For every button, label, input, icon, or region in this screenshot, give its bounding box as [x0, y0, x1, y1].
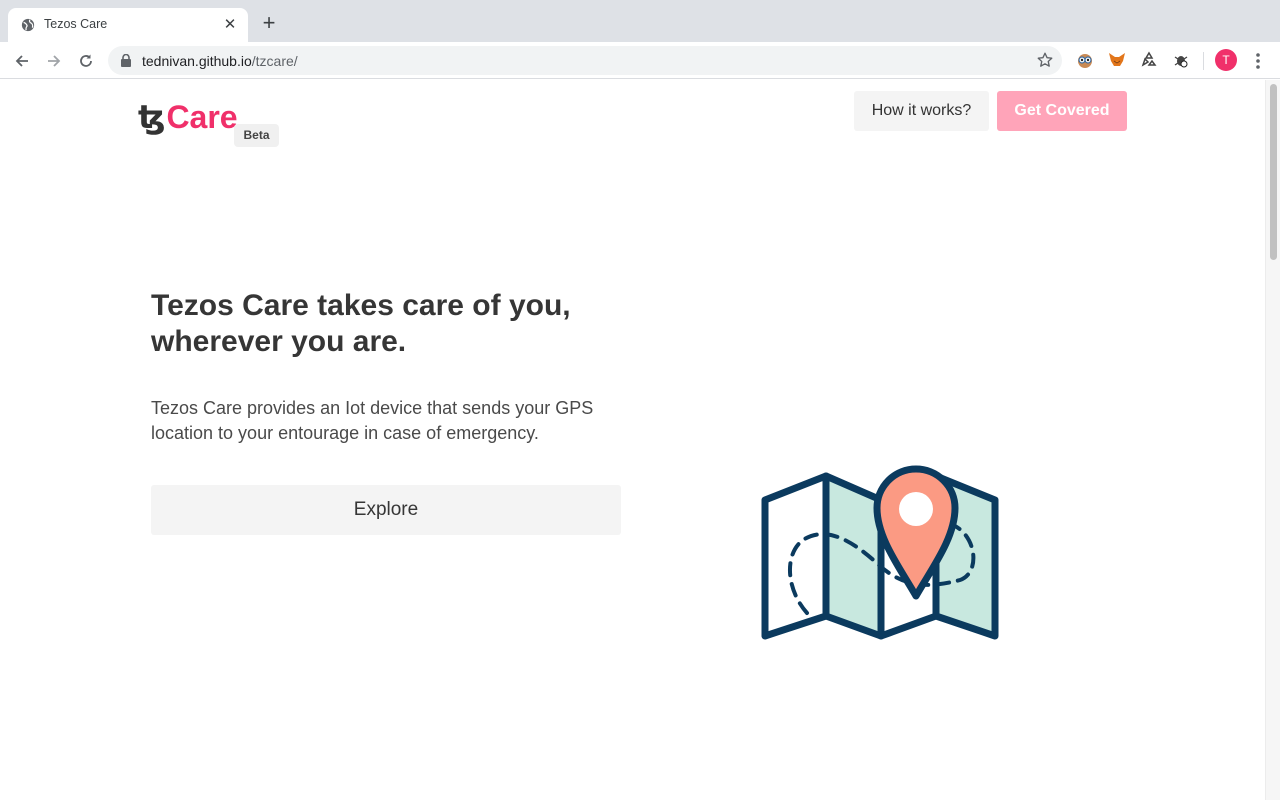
explore-button[interactable]: Explore — [151, 485, 621, 535]
new-tab-button[interactable]: + — [259, 12, 279, 34]
extension-recycle-icon[interactable] — [1139, 50, 1159, 70]
back-button[interactable] — [11, 50, 33, 72]
extension-owl-icon[interactable] — [1075, 50, 1095, 70]
bookmark-star-icon[interactable] — [1036, 51, 1054, 69]
scrollbar-thumb[interactable] — [1270, 84, 1277, 260]
globe-icon — [21, 18, 35, 32]
extension-bug-icon[interactable] — [1171, 50, 1191, 70]
hero-description: Tezos Care provides an Iot device that s… — [151, 398, 594, 443]
hero-headline: Tezos Care takes care of you, wherever y… — [151, 289, 571, 358]
url-text: tednivan.github.io/tzcare/ — [142, 53, 298, 69]
browser-toolbar: tednivan.github.io/tzcare/ T — [0, 42, 1280, 79]
reload-icon — [80, 54, 92, 67]
menu-dots-icon[interactable] — [1250, 50, 1266, 72]
site-logo[interactable]: ꜩ Care — [138, 95, 238, 135]
tab-strip: Tezos Care ✕ + — [0, 0, 1280, 42]
how-it-works-button[interactable]: How it works? — [854, 91, 989, 131]
logo-wordmark: Care — [166, 99, 238, 135]
page-content: ꜩ Care Beta How it works? Get Covered Te… — [0, 80, 1265, 800]
tab-title: Tezos Care — [44, 17, 108, 31]
page-scrollbar[interactable] — [1265, 80, 1280, 800]
profile-avatar[interactable]: T — [1215, 49, 1237, 71]
extension-fox-icon[interactable] — [1107, 50, 1127, 70]
forward-arrow-icon — [48, 55, 61, 67]
close-tab-icon[interactable]: ✕ — [222, 17, 238, 33]
get-covered-button[interactable]: Get Covered — [997, 91, 1127, 131]
logo-tz-symbol: ꜩ — [138, 99, 166, 135]
reload-button[interactable] — [75, 50, 97, 72]
address-bar[interactable]: tednivan.github.io/tzcare/ — [108, 46, 1062, 75]
map-pin-illustration — [761, 465, 999, 640]
browser-tab[interactable]: Tezos Care ✕ — [8, 8, 248, 42]
toolbar-separator — [1203, 52, 1204, 70]
back-arrow-icon — [15, 55, 28, 67]
beta-badge: Beta — [234, 124, 279, 147]
forward-button[interactable] — [43, 50, 65, 72]
lock-icon — [121, 54, 131, 67]
